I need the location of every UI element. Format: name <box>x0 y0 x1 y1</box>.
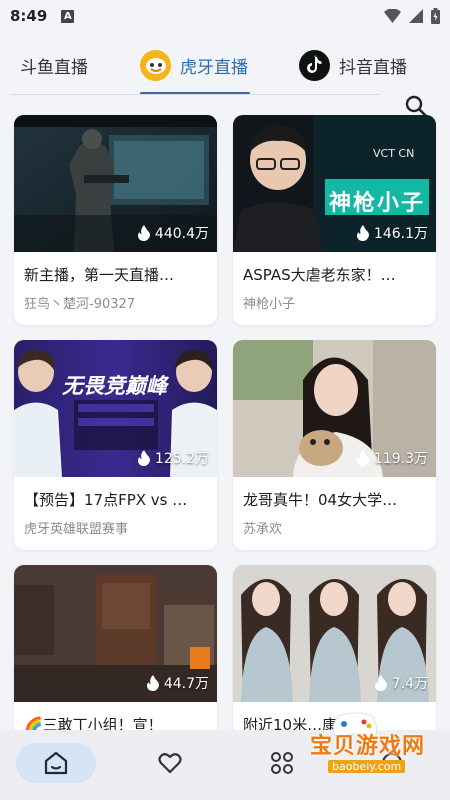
status-icons <box>384 8 440 24</box>
stream-thumbnail: 7.4万 <box>233 565 436 702</box>
view-count: 119.3万 <box>356 448 428 468</box>
tab-divider <box>10 94 380 95</box>
stream-card[interactable]: 神枪小子 VCT CN 146.1万 ASPAS大虐老东家！… 神枪小子 <box>233 115 436 325</box>
flame-icon <box>356 225 369 241</box>
stream-card[interactable]: 440.4万 新主播，第一天直播… 狂鸟丶楚河-90327 <box>14 115 217 325</box>
thumbnail-badge-text: 神枪小子 <box>329 191 426 216</box>
stream-title: 【预告】17点FPX vs … <box>24 491 188 509</box>
stream-thumbnail: 44.7万 <box>14 565 217 702</box>
stream-thumbnail: 119.3万 <box>233 340 436 477</box>
stream-title: ASPAS大虐老东家！… <box>243 266 396 284</box>
nav-favorites-button[interactable] <box>150 743 190 783</box>
thumbnail-banner-text: 无畏竞巅峰 <box>62 374 167 398</box>
flame-icon <box>137 450 150 466</box>
tab-huya[interactable]: 虎牙直播 <box>140 40 248 90</box>
stream-thumbnail: 440.4万 <box>14 115 217 252</box>
notification-icon: A <box>61 9 75 23</box>
streamer-name: 狂鸟丶楚河-90327 <box>24 297 136 312</box>
flame-icon <box>374 675 387 691</box>
battery-icon <box>431 8 440 24</box>
view-count-text: 146.1万 <box>373 226 428 242</box>
view-count-text: 44.7万 <box>163 676 209 692</box>
tab-label: 抖音直播 <box>339 57 407 78</box>
tab-label: 斗鱼直播 <box>20 57 88 78</box>
nav-apps-button[interactable] <box>262 743 302 783</box>
streamer-name: 神枪小子 <box>243 297 296 312</box>
streamer-name: 虎牙英雄联盟赛事 <box>24 522 129 537</box>
platform-tabs: 斗鱼直播 虎牙直播 抖音直播 <box>0 40 450 117</box>
nav-home-button[interactable] <box>16 743 96 783</box>
signal-icon <box>409 9 423 23</box>
status-bar: 8:49 A <box>0 0 450 32</box>
view-count-text: 119.3万 <box>373 451 428 467</box>
watermark-url: baobeiy.com <box>328 760 406 773</box>
view-count: 125.2万 <box>137 448 209 468</box>
flame-icon <box>146 675 159 691</box>
stream-title: 新主播，第一天直播… <box>24 266 175 284</box>
flame-icon <box>356 450 369 466</box>
view-count-text: 125.2万 <box>154 451 209 467</box>
view-count: 440.4万 <box>137 223 209 243</box>
stream-card[interactable]: 无畏竞巅峰 125.2万 【预告】17点FPX vs … 虎牙英雄联盟赛事 <box>14 340 217 550</box>
watermark-logo: 宝贝游戏网 baobeiy.com <box>300 708 430 778</box>
stream-card[interactable]: 119.3万 龙哥真牛！04女大学… 苏承欢 <box>233 340 436 550</box>
streamer-name: 苏承欢 <box>243 522 283 537</box>
tab-douyu[interactable]: 斗鱼直播 <box>20 40 88 90</box>
stream-title: 龙哥真牛！04女大学… <box>243 491 398 509</box>
stream-thumbnail: 无畏竞巅峰 125.2万 <box>14 340 217 477</box>
home-icon <box>44 751 68 775</box>
stream-thumbnail: 神枪小子 VCT CN 146.1万 <box>233 115 436 252</box>
vct-logo-text: VCT CN <box>373 147 415 160</box>
apps-icon <box>271 752 293 774</box>
wifi-icon <box>384 9 401 23</box>
heart-icon <box>158 753 182 774</box>
huya-logo-icon <box>140 49 171 81</box>
view-count: 146.1万 <box>356 223 428 243</box>
douyin-logo-icon <box>299 49 330 81</box>
view-count-text: 440.4万 <box>154 226 209 242</box>
watermark-title: 宝贝游戏网 <box>310 734 426 759</box>
view-count-text: 7.4万 <box>391 676 428 692</box>
status-time: 8:49 <box>10 7 48 25</box>
flame-icon <box>137 225 150 241</box>
view-count: 44.7万 <box>146 673 209 693</box>
tab-label: 虎牙直播 <box>180 57 248 78</box>
view-count: 7.4万 <box>374 673 428 693</box>
tab-douyin[interactable]: 抖音直播 <box>299 40 407 90</box>
